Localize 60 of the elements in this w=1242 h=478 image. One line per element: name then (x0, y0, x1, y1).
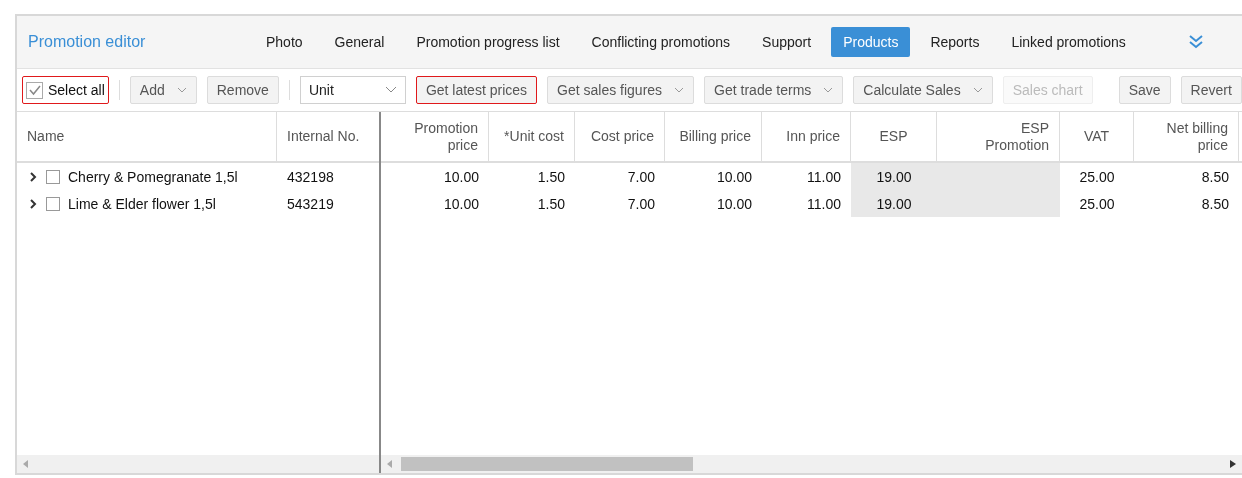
column-header[interactable]: ESP Promotion (937, 112, 1060, 161)
table-cell-text: 8.50 (1200, 167, 1230, 187)
table-cell-text: 7.00 (626, 194, 656, 214)
chevron-right-icon[interactable] (28, 197, 38, 210)
table-cell: 19.00 (851, 163, 937, 190)
toolbar-button[interactable]: Add (129, 76, 197, 104)
table-cell: 543219 (287, 195, 334, 212)
column-header[interactable]: Billing price (665, 112, 762, 161)
toolbar-button[interactable]: Calculate Sales (853, 76, 993, 104)
column-header[interactable]: Inn price (762, 112, 851, 161)
column-header[interactable]: *Unit cost (489, 112, 575, 161)
table-cell-text: 7.00 (626, 167, 656, 187)
table-cell-text: 10.00 (715, 194, 753, 214)
table-cell: Lime & Elder flower 1,5l (68, 195, 216, 212)
toolbar-button[interactable]: Save (1118, 76, 1171, 104)
table-cell-text: 11.00 (806, 167, 842, 187)
table-cell-text: 25.00 (1078, 167, 1116, 187)
column-header[interactable]: ESP (851, 112, 937, 161)
scroll-left-icon[interactable] (387, 460, 393, 468)
column-header[interactable]: Cost price (575, 112, 665, 161)
table-cell-text: 1.50 (536, 194, 566, 214)
column-header[interactable]: Internal No. (277, 112, 379, 161)
table-cell: Cherry & Pomegranate 1,5l (68, 168, 238, 185)
toolbar-button[interactable]: Revert (1180, 76, 1242, 104)
table-cell-text: 8.50 (1200, 194, 1230, 214)
table-cell-text: 10.00 (442, 194, 480, 214)
tab[interactable]: Linked promotions (999, 27, 1138, 57)
tab[interactable]: Support (750, 27, 824, 57)
column-header[interactable]: Promotion price (381, 112, 489, 161)
double-chevron-down-icon[interactable] (1187, 34, 1204, 50)
tab[interactable]: Conflicting promotions (579, 27, 743, 57)
select-all-checkbox[interactable]: Select all (22, 76, 109, 104)
tab[interactable]: General (322, 27, 397, 57)
tab[interactable]: Reports (918, 27, 992, 57)
row-checkbox[interactable] (46, 196, 60, 211)
unit-select[interactable]: Unit (299, 76, 406, 104)
column-header[interactable]: VAT (1060, 112, 1134, 161)
toolbar-button[interactable]: Get sales figures (547, 76, 695, 104)
toolbar-button[interactable]: Get trade terms (704, 76, 844, 104)
table-cell-text: 25.00 (1078, 194, 1116, 214)
scroll-left-icon[interactable] (23, 460, 29, 468)
scroll-right-icon[interactable] (1230, 460, 1236, 468)
tab[interactable]: Photo (254, 27, 315, 57)
table-cell: 19.00 (851, 190, 937, 217)
column-header[interactable]: Net billing price (1134, 112, 1239, 161)
row-checkbox[interactable] (46, 169, 60, 184)
check-icon (27, 83, 42, 97)
table-cell-text: 11.00 (806, 194, 842, 214)
window-title: Promotion editor (28, 33, 147, 51)
toolbar-button[interactable]: Get latest prices (415, 76, 538, 104)
scrollbar-thumb[interactable] (401, 457, 693, 471)
chevron-right-icon[interactable] (28, 170, 38, 183)
toolbar-button[interactable]: Remove (206, 76, 279, 104)
table-cell-text: 10.00 (442, 167, 480, 187)
column-header[interactable]: Name (17, 112, 277, 161)
table-cell-text: 1.50 (536, 167, 566, 187)
table-cell-text: 10.00 (715, 167, 753, 187)
caret-icon (384, 86, 397, 94)
tab[interactable]: Promotion progress list (404, 27, 572, 57)
table-cell: 432198 (287, 168, 334, 185)
